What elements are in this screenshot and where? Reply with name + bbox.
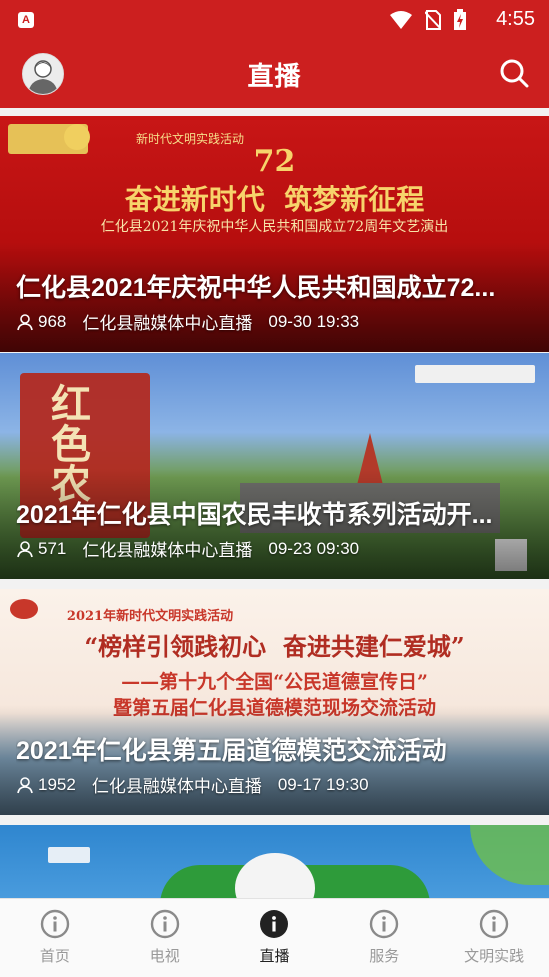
banner-slogan: “榜样引领践初心 奋进共建仁爱城” [84,632,465,661]
app-header: 直播 [0,38,549,108]
tab-label: 直播 [259,948,290,965]
banner-subtitle: 仁化县2021年庆祝中华人民共和国成立72周年文艺演出 [100,219,449,235]
card-source: 仁化县融媒体中心直播 [82,314,253,333]
banner-line-1: ——第十九个全国“公民道德宣传日” [121,671,428,693]
card-time: 09-30 19:33 [268,311,360,331]
card-source: 仁化县融媒体中心直播 [82,541,253,560]
live-card[interactable]: 2021年新时代文明实践活动 “榜样引领践初心 奋进共建仁爱城” ——第十九个全… [0,589,549,815]
status-icons [389,9,467,31]
tab-services[interactable]: 服务 [329,899,439,977]
card-meta: 1952 仁化县融媒体中心直播 09-17 19:30 [16,772,369,797]
card-title: 2021年仁化县第五届道德模范交流活动 [16,737,447,765]
status-time: 4:55 [496,8,535,30]
page-title: 直播 [247,61,302,91]
card-title: 仁化县2021年庆祝中华人民共和国成立72... [16,274,496,302]
card-source: 仁化县融媒体中心直播 [91,777,262,796]
info-icon [40,909,70,939]
live-card[interactable] [0,825,549,898]
tab-home[interactable]: 首页 [0,899,110,977]
tab-label: 文明实践 [464,948,525,965]
status-bar: A 4:55 [0,0,549,38]
info-icon [370,909,399,939]
tab-label: 首页 [39,948,70,965]
banner-number: 72 [253,144,296,179]
card-time: 09-17 19:30 [277,774,369,794]
wifi-icon [390,11,412,29]
card-title: 2021年仁化县中国农民丰收节系列活动开... [16,501,493,529]
bottom-tab-bar: 首页 电视 直播 服务 文明实践 [0,898,549,977]
viewer-count: 968 [38,311,67,331]
viewer-icon [17,540,33,557]
live-card[interactable]: 红色农 2021年仁化县中国农民丰收节系列活动开... 571 仁化县融媒体中心… [0,353,549,579]
tab-label: 服务 [369,948,400,965]
tab-tv[interactable]: 电视 [110,899,220,977]
no-sim-icon [425,10,441,30]
banner-slogan: 奋进新时代 筑梦新征程 [124,183,425,216]
info-icon [260,910,289,938]
info-icon [479,909,509,939]
app-notification-icon: A [18,12,34,28]
live-card[interactable]: 新时代文明实践活动 72 奋进新时代 筑梦新征程 仁化县2021年庆祝中华人民共… [0,116,549,352]
viewer-icon [17,313,33,330]
tab-civilization-practice[interactable]: 文明实践 [439,899,549,977]
viewer-count: 571 [38,538,67,558]
live-list[interactable]: 新时代文明实践活动 72 奋进新时代 筑梦新征程 仁化县2021年庆祝中华人民共… [0,108,549,898]
tab-label: 电视 [149,948,180,965]
card-banner-image [0,825,549,898]
viewer-count: 1952 [38,774,76,794]
battery-charging-icon [454,9,466,30]
search-icon[interactable] [499,58,529,88]
tab-live[interactable]: 直播 [220,899,330,977]
viewer-icon [17,776,33,793]
card-time: 09-23 09:30 [268,538,360,558]
card-meta: 968 仁化县融媒体中心直播 09-30 19:33 [16,309,359,334]
card-meta: 571 仁化县融媒体中心直播 09-23 09:30 [16,536,359,561]
info-icon [150,909,179,939]
banner-caption: 2021年新时代文明实践活动 [66,609,234,624]
